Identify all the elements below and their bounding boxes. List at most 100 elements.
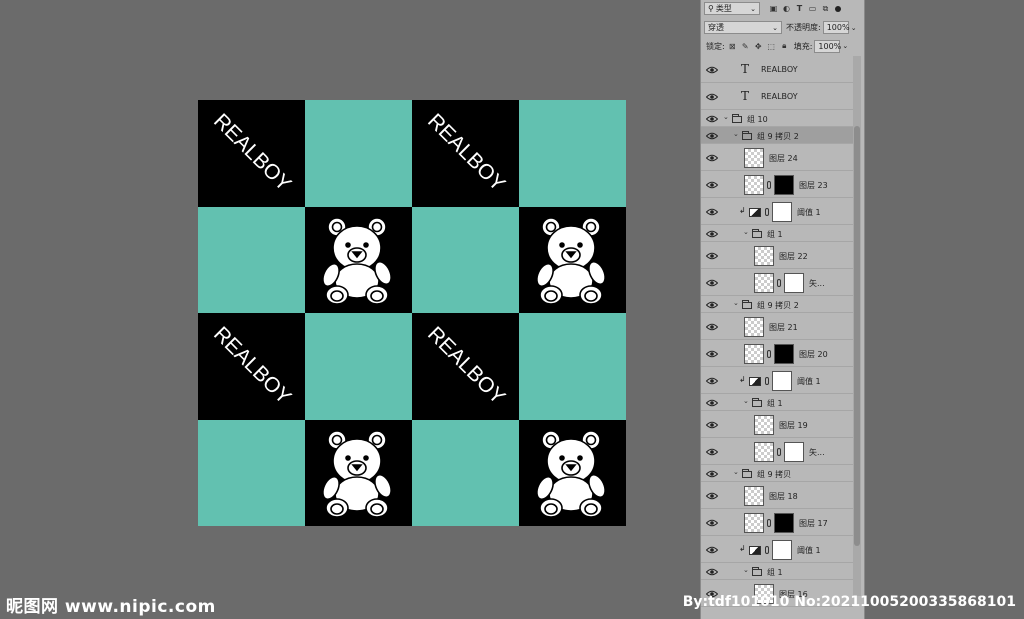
visibility-eye-icon[interactable] bbox=[706, 448, 718, 456]
layer-row[interactable]: ⌄ 组 1 bbox=[701, 563, 853, 580]
layer-mask-thumbnail[interactable] bbox=[774, 512, 794, 533]
mask-link-icon[interactable] bbox=[777, 278, 781, 287]
layer-row[interactable]: ⌄ 组 9 拷贝 2 bbox=[701, 296, 853, 313]
opacity-input[interactable]: 100% bbox=[822, 21, 850, 34]
expand-chevron-icon[interactable]: ⌄ bbox=[733, 468, 739, 476]
layer-mask-thumbnail[interactable] bbox=[772, 370, 792, 391]
layer-row[interactable]: 图层 19 bbox=[701, 411, 853, 438]
visibility-eye-icon[interactable] bbox=[706, 350, 718, 358]
lock-artboard-icon[interactable]: ⬚ bbox=[766, 41, 777, 52]
expand-chevron-icon[interactable]: ⌄ bbox=[723, 113, 729, 121]
visibility-eye-icon[interactable] bbox=[706, 470, 718, 478]
folder-icon bbox=[752, 398, 762, 407]
layer-mask-thumbnail[interactable] bbox=[784, 441, 804, 462]
layers-scrollbar[interactable] bbox=[853, 56, 861, 596]
chevron-down-icon[interactable]: ⌄ bbox=[851, 24, 857, 32]
chevron-down-icon[interactable]: ⌄ bbox=[842, 42, 848, 50]
layer-row[interactable]: T REALBOY bbox=[701, 83, 853, 110]
layer-name: 阈值 1 bbox=[797, 376, 821, 386]
mask-link-icon[interactable] bbox=[767, 518, 771, 527]
expand-chevron-icon[interactable]: ⌄ bbox=[743, 566, 749, 574]
layer-row[interactable]: ⌄ 组 1 bbox=[701, 394, 853, 411]
lock-all-icon[interactable]: 🔒︎ bbox=[779, 41, 790, 52]
layer-name: 图层 18 bbox=[769, 491, 798, 501]
text-layer-icon: T bbox=[741, 61, 750, 76]
blend-mode-select[interactable]: 穿透 ⌄ bbox=[704, 21, 782, 34]
realboy-tile: REALBOY bbox=[412, 100, 519, 207]
layer-row[interactable]: 图层 24 bbox=[701, 144, 853, 171]
layer-mask-thumbnail[interactable] bbox=[784, 272, 804, 293]
layer-row[interactable]: ⌄ 组 1 bbox=[701, 225, 853, 242]
search-icon: ⚲ bbox=[708, 4, 714, 13]
layers-scrollbar-thumb[interactable] bbox=[854, 126, 860, 546]
visibility-eye-icon[interactable] bbox=[706, 421, 718, 429]
layer-mask-thumbnail[interactable] bbox=[772, 201, 792, 222]
fill-input[interactable]: 100% bbox=[814, 39, 841, 53]
layer-row[interactable]: ⌄ 组 9 拷贝 2 bbox=[701, 127, 853, 144]
layer-row[interactable]: ⌄ 组 9 拷贝 bbox=[701, 465, 853, 482]
layer-row[interactable]: 图层 17 bbox=[701, 509, 853, 536]
layer-mask-thumbnail[interactable] bbox=[774, 343, 794, 364]
visibility-eye-icon[interactable] bbox=[706, 93, 718, 101]
layer-row[interactable]: 图层 22 bbox=[701, 242, 853, 269]
layer-row[interactable]: 图层 20 bbox=[701, 340, 853, 367]
layer-row[interactable]: 图层 21 bbox=[701, 313, 853, 340]
realboy-tile: REALBOY bbox=[412, 313, 519, 420]
layer-row[interactable]: ↲ 阈值 1 bbox=[701, 367, 853, 394]
lock-paint-icon[interactable]: ✎ bbox=[740, 41, 751, 52]
shape-filter-icon[interactable]: ▭ bbox=[807, 3, 818, 14]
visibility-eye-icon[interactable] bbox=[706, 323, 718, 331]
smart-object-filter-icon[interactable]: ⧉ bbox=[820, 3, 831, 14]
layer-thumbnail bbox=[754, 245, 774, 266]
layer-mask-thumbnail[interactable] bbox=[774, 174, 794, 195]
visibility-eye-icon[interactable] bbox=[706, 399, 718, 407]
lock-transparent-icon[interactable]: ⊠ bbox=[727, 41, 738, 52]
visibility-eye-icon[interactable] bbox=[706, 568, 718, 576]
layer-list[interactable]: T REALBOY T REALBOY ⌄ 组 10 ⌄ 组 9 拷贝 2 图层 24 图层 23… bbox=[701, 56, 853, 619]
document-canvas[interactable]: REALBOY REALBOY REALBOY REALBOY bbox=[198, 100, 626, 526]
visibility-eye-icon[interactable] bbox=[706, 66, 718, 74]
filter-toggle-icon[interactable] bbox=[835, 5, 841, 12]
visibility-eye-icon[interactable] bbox=[706, 208, 718, 216]
visibility-eye-icon[interactable] bbox=[706, 181, 718, 189]
expand-chevron-icon[interactable]: ⌄ bbox=[733, 130, 739, 138]
layer-row[interactable]: 图层 18 bbox=[701, 482, 853, 509]
mask-link-icon[interactable] bbox=[767, 180, 771, 189]
layer-row[interactable]: 矢... bbox=[701, 438, 853, 465]
visibility-eye-icon[interactable] bbox=[706, 546, 718, 554]
layer-row[interactable]: 图层 23 bbox=[701, 171, 853, 198]
expand-chevron-icon[interactable]: ⌄ bbox=[743, 397, 749, 405]
mask-link-icon[interactable] bbox=[777, 447, 781, 456]
smart-object-thumbnail bbox=[754, 272, 774, 293]
visibility-eye-icon[interactable] bbox=[706, 519, 718, 527]
layer-row[interactable]: T REALBOY bbox=[701, 56, 853, 83]
layer-filter-select[interactable]: ⚲ 类型 ⌄ bbox=[704, 2, 760, 15]
visibility-eye-icon[interactable] bbox=[706, 115, 718, 123]
visibility-eye-icon[interactable] bbox=[706, 492, 718, 500]
layer-thumbnail bbox=[754, 414, 774, 435]
visibility-eye-icon[interactable] bbox=[706, 132, 718, 140]
mask-link-icon[interactable] bbox=[767, 349, 771, 358]
expand-chevron-icon[interactable]: ⌄ bbox=[733, 299, 739, 307]
visibility-eye-icon[interactable] bbox=[706, 377, 718, 385]
visibility-eye-icon[interactable] bbox=[706, 301, 718, 309]
text-filter-icon[interactable]: T bbox=[794, 3, 805, 14]
lock-position-icon[interactable]: ✥ bbox=[753, 41, 764, 52]
layer-row[interactable]: ↲ 阈值 1 bbox=[701, 198, 853, 225]
layer-row[interactable]: 矢... bbox=[701, 269, 853, 296]
mask-link-icon[interactable] bbox=[765, 207, 769, 216]
visibility-eye-icon[interactable] bbox=[706, 154, 718, 162]
folder-icon bbox=[742, 469, 752, 478]
visibility-eye-icon[interactable] bbox=[706, 252, 718, 260]
layer-row[interactable]: ↲ 阈值 1 bbox=[701, 536, 853, 563]
layer-mask-thumbnail[interactable] bbox=[772, 539, 792, 560]
adjustment-filter-icon[interactable]: ◐ bbox=[781, 3, 792, 14]
mask-link-icon[interactable] bbox=[765, 545, 769, 554]
visibility-eye-icon[interactable] bbox=[706, 279, 718, 287]
mask-link-icon[interactable] bbox=[765, 376, 769, 385]
layer-row[interactable]: ⌄ 组 10 bbox=[701, 110, 853, 127]
visibility-eye-icon[interactable] bbox=[706, 230, 718, 238]
teal-tile bbox=[412, 419, 519, 526]
image-filter-icon[interactable]: ▣ bbox=[768, 3, 779, 14]
expand-chevron-icon[interactable]: ⌄ bbox=[743, 228, 749, 236]
